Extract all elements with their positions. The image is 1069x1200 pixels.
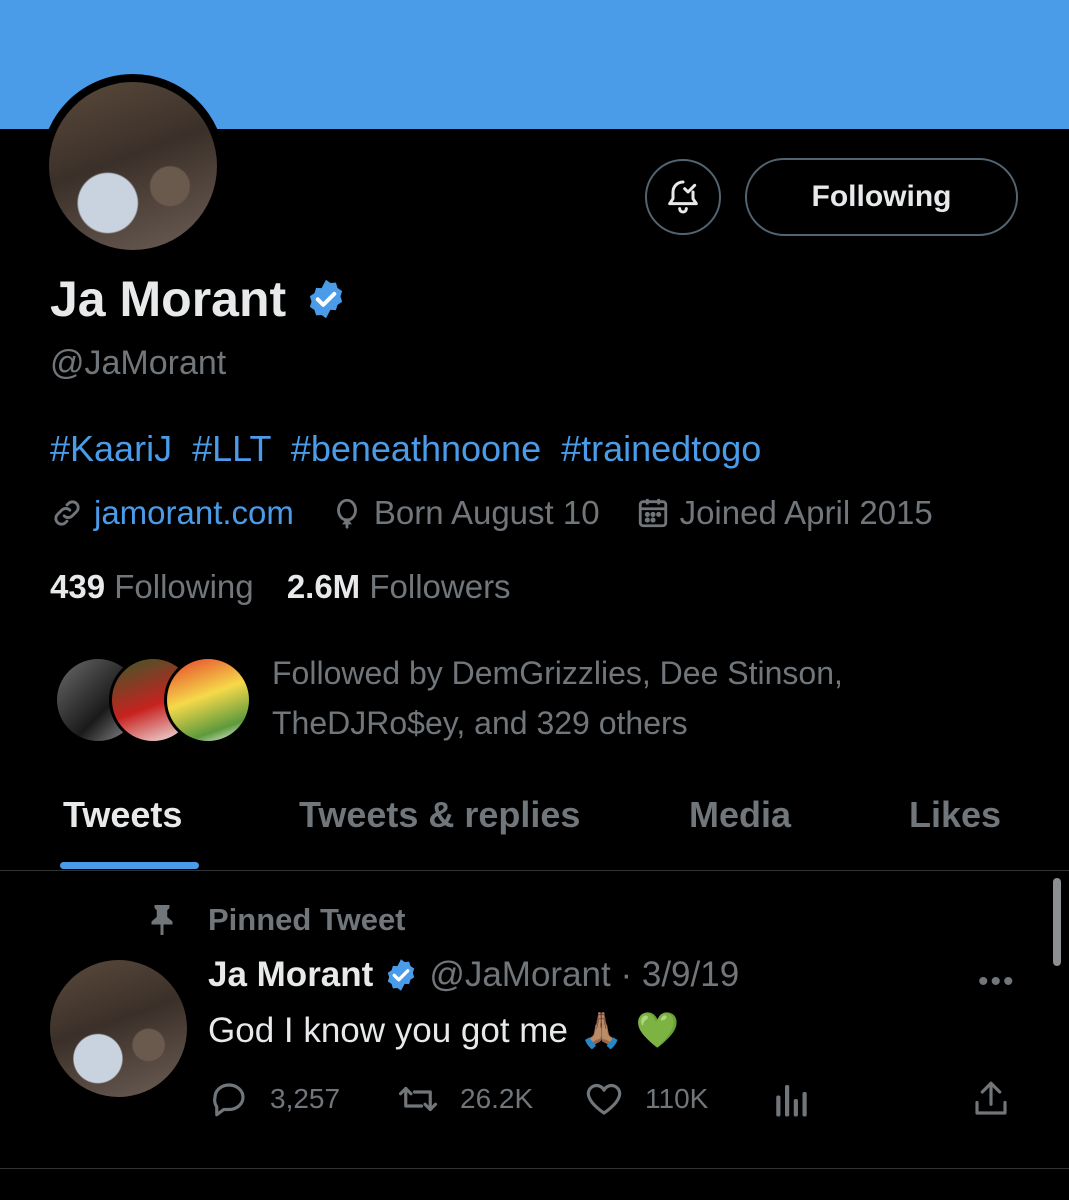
- followers-stat[interactable]: 2.6M Followers: [287, 568, 511, 605]
- tab-tweets[interactable]: Tweets: [63, 794, 182, 836]
- like-button[interactable]: 110K: [583, 1078, 708, 1120]
- balloon-icon: [336, 498, 357, 529]
- hashtag-link[interactable]: #KaariJ: [50, 428, 172, 469]
- followed-by-text[interactable]: Followed by DemGrizzlies, Dee Stinson, T…: [272, 648, 972, 748]
- tab-media[interactable]: Media: [689, 794, 791, 836]
- tweet-text: God I know you got me 🙏🏽 💚: [208, 1010, 679, 1051]
- profile-display-name: Ja Morant: [50, 271, 287, 327]
- profile-bio: #KaariJ #LLT #beneathnoone #trainedtogo: [50, 428, 761, 470]
- birthday-item: Born August 10: [330, 494, 600, 532]
- tweet-separator: ·: [610, 955, 642, 994]
- profile-tabs: Tweets Tweets & replies Media Likes: [0, 780, 1069, 871]
- birthday-text: Born August 10: [373, 494, 600, 531]
- hashtag-link[interactable]: #beneathnoone: [291, 428, 541, 469]
- divider: [0, 1168, 1069, 1169]
- tab-likes[interactable]: Likes: [909, 794, 1001, 836]
- scrollbar[interactable]: [1053, 878, 1061, 966]
- website-item[interactable]: jamorant.com: [50, 494, 294, 532]
- reply-icon: [213, 1083, 245, 1117]
- retweet-button[interactable]: 26.2K: [396, 1078, 533, 1120]
- reply-button[interactable]: 3,257: [208, 1078, 340, 1120]
- active-tab-indicator: [60, 862, 199, 869]
- profile-meta: jamorant.com Born August 10 Joined April…: [50, 494, 969, 532]
- verified-badge-icon: [310, 279, 343, 319]
- more-options-icon[interactable]: •••: [978, 965, 1016, 999]
- notifications-bell-button[interactable]: [645, 159, 721, 235]
- analytics-button[interactable]: [774, 1078, 830, 1120]
- tweet-author-avatar[interactable]: [50, 960, 187, 1097]
- hashtag-link[interactable]: #LLT: [192, 428, 271, 469]
- tab-tweets-replies[interactable]: Tweets & replies: [299, 794, 580, 836]
- retweet-icon: [398, 1086, 438, 1112]
- tweet-author-handle[interactable]: @JaMorant: [429, 955, 610, 995]
- green-heart-emoji: 💚: [635, 1011, 680, 1050]
- heart-icon: [586, 1083, 622, 1115]
- tweet-author-name[interactable]: Ja Morant: [208, 955, 373, 995]
- praying-hands-emoji: 🙏🏽: [579, 1011, 624, 1050]
- profile-handle: @JaMorant: [50, 344, 227, 382]
- avatar-image: [49, 82, 217, 250]
- follower-avatar: [164, 656, 252, 744]
- profile-avatar[interactable]: [41, 74, 225, 258]
- hashtag-link[interactable]: #trainedtogo: [561, 428, 761, 469]
- tweet-header: Ja Morant @JaMorant · 3/9/19: [208, 955, 739, 995]
- share-button[interactable]: [970, 1078, 1032, 1120]
- joined-item: Joined April 2015: [636, 494, 933, 532]
- follow-stats: 439 Following 2.6M Followers: [50, 568, 511, 606]
- website-link[interactable]: jamorant.com: [94, 494, 294, 532]
- pin-icon: [151, 905, 173, 935]
- tweet-body: God I know you got me: [208, 1010, 568, 1050]
- pinned-tweet-label: Pinned Tweet: [144, 900, 406, 940]
- link-icon: [54, 500, 80, 526]
- bell-check-icon: [668, 180, 698, 214]
- following-stat[interactable]: 439 Following: [50, 568, 254, 605]
- calendar-icon: [638, 498, 667, 528]
- followed-by-avatars[interactable]: [54, 656, 252, 744]
- share-icon: [975, 1081, 1007, 1115]
- analytics-icon: [776, 1085, 807, 1117]
- like-count: 110K: [645, 1083, 709, 1114]
- joined-text: Joined April 2015: [679, 494, 933, 531]
- retweet-count: 26.2K: [460, 1083, 534, 1114]
- following-button[interactable]: Following: [745, 158, 1018, 236]
- tweet-date[interactable]: 3/9/19: [642, 955, 739, 995]
- reply-count: 3,257: [270, 1083, 341, 1114]
- tweet-actions: 3,257 26.2K 110K: [208, 1078, 1028, 1128]
- verified-badge-icon: [388, 959, 415, 991]
